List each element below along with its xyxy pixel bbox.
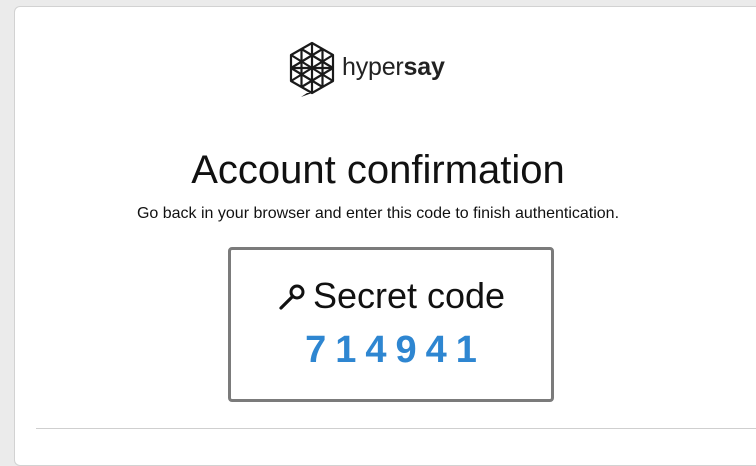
logo-text-suffix: say [403,52,445,81]
page-title: Account confirmation [191,148,565,192]
secret-code-label-text: Secret code [312,275,506,316]
hypersay-logo-text: hypersay [342,52,445,81]
secret-code-label: Secret code [231,278,551,314]
hypersay-logo: hypersay [287,39,445,99]
logo-text-prefix: hyper [342,52,404,81]
secret-code-box: Secret code 714941 [228,247,554,402]
card-divider [36,428,756,429]
key-icon [279,284,305,310]
hypersay-logo-icon [289,41,335,97]
secret-code-value: 714941 [305,329,486,371]
instructions-text: Go back in your browser and enter this c… [136,205,620,222]
